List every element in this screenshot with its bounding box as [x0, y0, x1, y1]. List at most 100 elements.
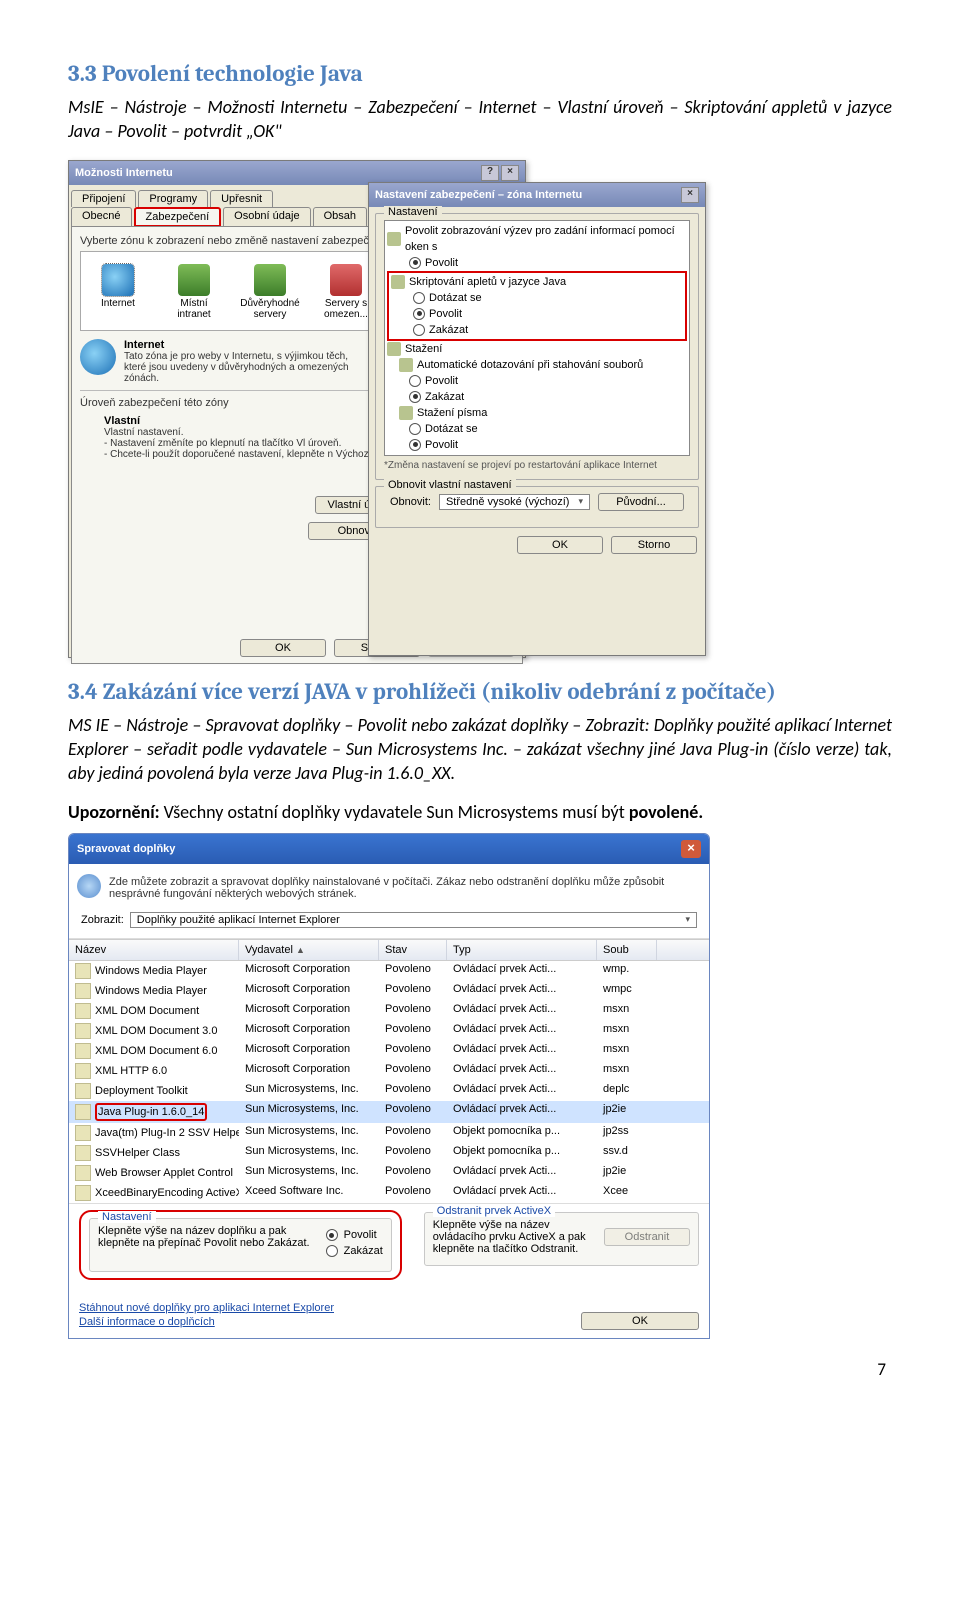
settings-panel-text: Klepněte výše na název doplňku a pak kle… [98, 1225, 316, 1261]
table-row[interactable]: Deployment ToolkitSun Microsystems, Inc.… [69, 1081, 709, 1101]
addon-type: Ovládací prvek Acti... [447, 981, 597, 1001]
radio-icon[interactable] [413, 324, 425, 336]
window-manage-addons: Spravovat doplňky × Zde můžete zobrazit … [68, 833, 710, 1339]
more-info-link[interactable]: Další informace o doplňcích [79, 1316, 334, 1328]
radio-icon[interactable] [413, 292, 425, 304]
table-row[interactable]: XML DOM Document 3.0Microsoft Corporatio… [69, 1021, 709, 1041]
addon-icon [75, 1063, 91, 1079]
window-title: Možnosti Internetu [75, 167, 173, 179]
addon-name: Windows Media Player [95, 985, 207, 997]
addon-publisher: Microsoft Corporation [239, 1001, 379, 1021]
radio-label: Dotázat se [425, 421, 478, 437]
radio-label: Povolit [425, 373, 458, 389]
reset-button[interactable]: Původní... [598, 493, 684, 511]
filter-label: Zobrazit: [81, 914, 124, 926]
col-status[interactable]: Stav [379, 940, 447, 960]
zone-intranet[interactable]: Místní intranet [163, 264, 225, 320]
table-row[interactable]: XML HTTP 6.0Microsoft CorporationPovolen… [69, 1061, 709, 1081]
group-title: Nastavení [384, 206, 442, 218]
col-file[interactable]: Soub [597, 940, 657, 960]
settings-tree[interactable]: Povolit zobrazování výzev pro zadání inf… [384, 220, 690, 456]
radio-icon[interactable] [409, 439, 421, 451]
tab-content[interactable]: Obsah [313, 207, 367, 227]
tab-connections[interactable]: Připojení [71, 190, 136, 207]
table-row[interactable]: Java(tm) Plug-In 2 SSV HelperSun Microsy… [69, 1123, 709, 1143]
radio-icon[interactable] [409, 391, 421, 403]
addon-status: Povoleno [379, 1081, 447, 1101]
radio-icon[interactable] [409, 375, 421, 387]
tab-advanced[interactable]: Upřesnit [210, 190, 273, 207]
window-title: Spravovat doplňky [77, 843, 175, 855]
addon-type: Ovládací prvek Acti... [447, 1081, 597, 1101]
radio-enable[interactable] [326, 1229, 338, 1241]
radio-icon[interactable] [409, 257, 421, 269]
table-row[interactable]: Web Browser Applet Control Sun Microsyste… [69, 1163, 709, 1183]
addon-type: Ovládací prvek Acti... [447, 1101, 597, 1123]
addon-file: deplc [597, 1081, 657, 1101]
ok-button[interactable]: OK [517, 536, 603, 554]
tab-security[interactable]: Zabezpečení [134, 207, 222, 227]
ok-button[interactable]: OK [581, 1312, 699, 1330]
tab-privacy[interactable]: Osobní údaje [223, 207, 310, 227]
addon-file: ssv.d [597, 1143, 657, 1163]
category-icon [399, 358, 413, 372]
zone-trusted[interactable]: Důvěryhodné servery [239, 264, 301, 320]
globe-icon [102, 264, 134, 296]
globe-icon [80, 339, 116, 375]
table-row[interactable]: XML DOM Document 6.0Microsoft Corporatio… [69, 1041, 709, 1061]
panel-title: Nastavení [98, 1211, 156, 1223]
table-row[interactable]: Windows Media Player Microsoft Corporatio… [69, 961, 709, 981]
addon-table-body[interactable]: Windows Media Player Microsoft Corporatio… [69, 961, 709, 1203]
addon-name: Windows Media Player [95, 965, 207, 977]
radio-label: Zakázat [425, 389, 464, 405]
radio-icon[interactable] [413, 308, 425, 320]
addon-icon [75, 983, 91, 999]
col-publisher[interactable]: Vydavatel ▲ [239, 940, 379, 960]
close-icon[interactable]: × [501, 165, 519, 181]
cancel-button[interactable]: Storno [611, 536, 697, 554]
filter-combo[interactable]: Doplňky použité aplikací Internet Explor… [130, 912, 697, 928]
table-row[interactable]: Java Plug-in 1.6.0_14Sun Microsystems, I… [69, 1101, 709, 1123]
group-title: Obnovit vlastní nastavení [384, 479, 516, 491]
remove-panel: Odstranit prvek ActiveX Klepněte výše na… [424, 1212, 699, 1266]
highlighted-java-scripting: Skriptování apletů v jazyce Java Dotázat… [387, 271, 687, 341]
zone-label: Důvěryhodné servery [239, 298, 301, 320]
addon-publisher: Sun Microsystems, Inc. [239, 1143, 379, 1163]
note-3-4: Upozornění: Všechny ostatní doplňky vyda… [68, 801, 892, 823]
reset-level-combo[interactable]: Středně vysoké (výchozí) ▾ [439, 494, 590, 510]
addon-publisher: Sun Microsystems, Inc. [239, 1101, 379, 1123]
ok-button[interactable]: OK [240, 639, 326, 657]
heading-3-3: 3.3 Povolení technologie Java [68, 60, 892, 87]
addon-publisher: Microsoft Corporation [239, 1021, 379, 1041]
table-row[interactable]: XML DOM DocumentMicrosoft CorporationPov… [69, 1001, 709, 1021]
remove-button[interactable]: Odstranit [604, 1228, 690, 1246]
radio-disable[interactable] [326, 1245, 338, 1257]
radio-label: Povolit [429, 306, 462, 322]
table-row[interactable]: SSVHelper ClassSun Microsystems, Inc.Pov… [69, 1143, 709, 1163]
addon-publisher: Microsoft Corporation [239, 961, 379, 981]
radio-label: Dotázat se [429, 290, 482, 306]
addon-publisher: Sun Microsystems, Inc. [239, 1163, 379, 1183]
table-row[interactable]: XceedBinaryEncoding ActiveXXceed Softwar… [69, 1183, 709, 1203]
radio-icon[interactable] [409, 423, 421, 435]
addon-name: Web Browser Applet Control [95, 1167, 233, 1179]
tab-general[interactable]: Obecné [71, 207, 132, 227]
download-addons-link[interactable]: Stáhnout nové doplňky pro aplikaci Inter… [79, 1302, 334, 1314]
col-name[interactable]: Název [69, 940, 239, 960]
addon-file: msxn [597, 1021, 657, 1041]
note-bold: povolené. [629, 801, 703, 823]
table-row[interactable]: Windows Media PlayerMicrosoft Corporatio… [69, 981, 709, 1001]
close-icon[interactable]: × [681, 840, 701, 858]
note-text: Všechny ostatní doplňky vydavatele Sun M… [164, 801, 629, 823]
addon-table-header: Název Vydavatel ▲ Stav Typ Soub [69, 939, 709, 961]
addon-file: jp2ie [597, 1101, 657, 1123]
zone-internet[interactable]: Internet [87, 264, 149, 320]
help-icon[interactable]: ? [481, 165, 499, 181]
col-type[interactable]: Typ [447, 940, 597, 960]
panel-title: Odstranit prvek ActiveX [433, 1205, 555, 1217]
screenshot-internet-options: Možnosti Internetu ? × Připojení Program… [68, 160, 708, 660]
close-icon[interactable]: × [681, 187, 699, 203]
radio-icon[interactable] [409, 455, 421, 456]
tab-programs[interactable]: Programy [138, 190, 208, 207]
addon-name: Java(tm) Plug-In 2 SSV Helper [95, 1127, 239, 1139]
